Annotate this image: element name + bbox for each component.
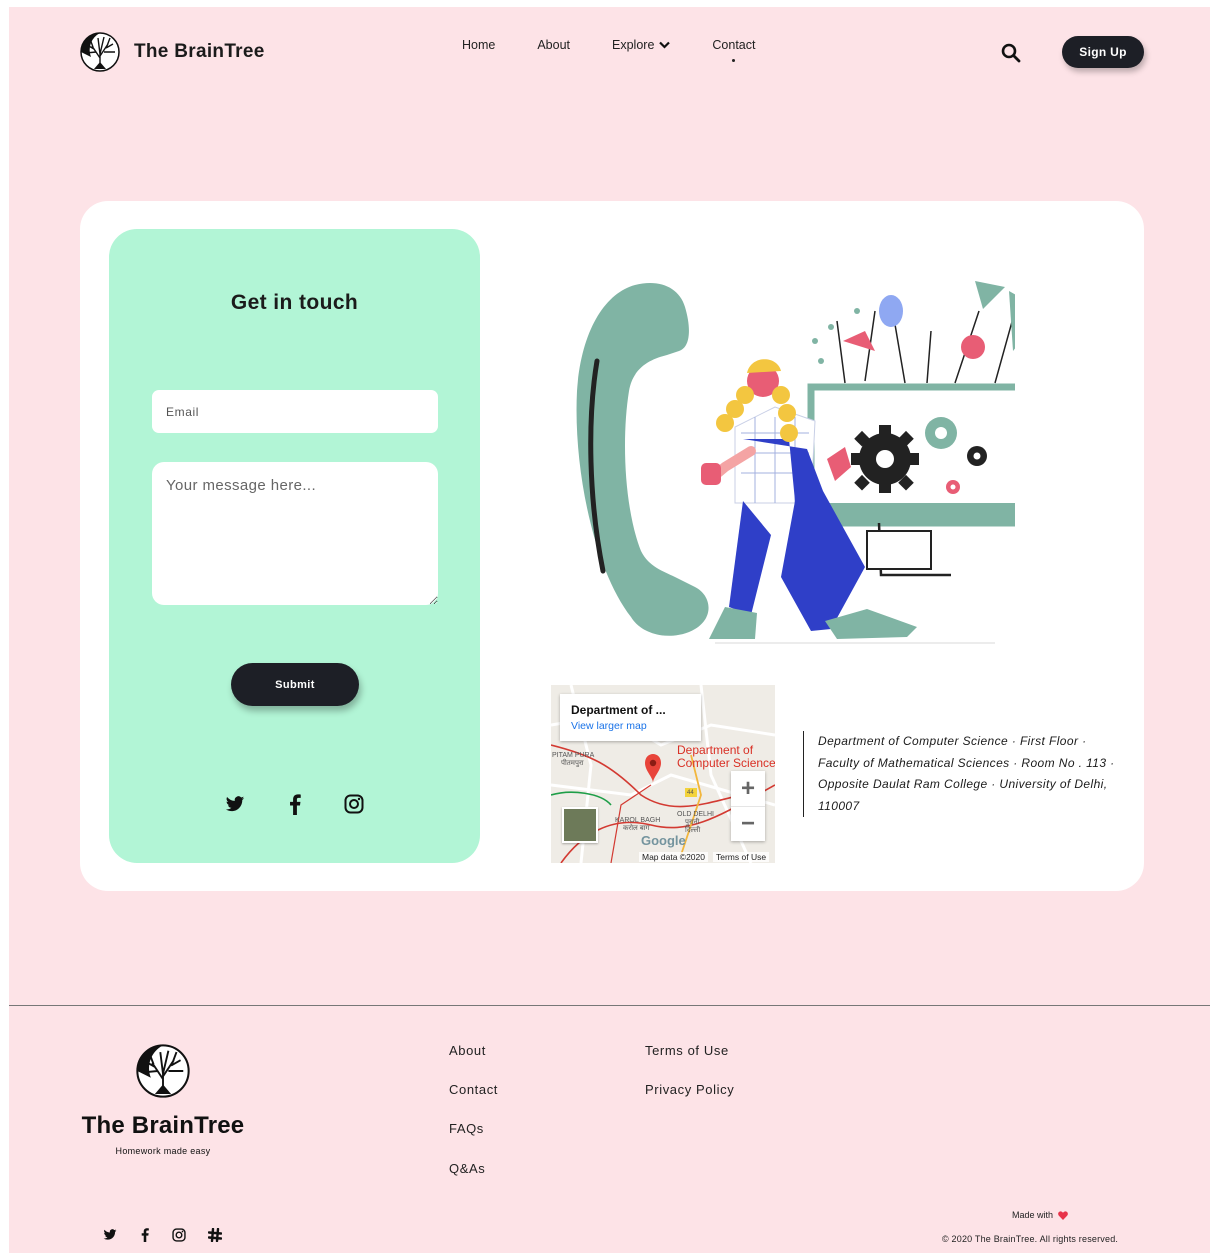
footer-link-privacy[interactable]: Privacy Policy [645,1082,734,1097]
facebook-icon[interactable] [137,1227,153,1243]
active-indicator-dot [732,59,736,62]
google-logo: Google [641,833,686,848]
slack-icon[interactable] [207,1227,223,1243]
map-label: KAROL BAGH [615,817,661,824]
map-label: दिल्ली [685,827,701,834]
instagram-icon[interactable] [343,793,365,815]
map-place-label: Department of Computer Science [677,743,775,770]
footer-link-contact[interactable]: Contact [449,1082,498,1097]
message-field[interactable] [152,462,438,605]
footer-link-about[interactable]: About [449,1043,486,1058]
instagram-icon[interactable] [171,1227,187,1243]
map-label: OLD DELHI [677,811,714,818]
email-field[interactable] [152,390,438,433]
copyright: © 2020 The BrainTree. All rights reserve… [942,1234,1119,1244]
main-nav: Home About Explore Contact [462,38,756,62]
zoom-out-button[interactable]: − [731,806,765,841]
form-title: Get in touch [230,291,359,314]
submit-button[interactable]: Submit [231,663,359,706]
footer-link-terms[interactable]: Terms of Use [645,1043,729,1058]
nav-about[interactable]: About [537,38,570,52]
map-label: पीतमपुरा [561,760,584,767]
map-zoom-controls: + − [731,771,765,841]
twitter-icon[interactable] [224,793,246,815]
map-title: Department of ... [571,703,666,717]
footer-link-qas[interactable]: Q&As [449,1161,485,1176]
contact-form-panel: Get in touch Submit [109,229,480,863]
nav-contact[interactable]: Contact [712,38,756,62]
nav-explore[interactable]: Explore [612,38,671,52]
map-label: PITAM PURA [552,752,595,759]
chevron-down-icon [659,41,671,49]
brand-name: The BrainTree [134,41,265,62]
zoom-in-button[interactable]: + [731,771,765,806]
satellite-toggle[interactable] [562,807,598,843]
heart-icon [1058,1210,1068,1220]
footer-tagline: Homework made easy [115,1146,211,1156]
brand[interactable]: The BrainTree [80,32,265,72]
map-label: 44 [687,790,694,796]
made-with-text: Made with [1012,1210,1068,1220]
nav-home[interactable]: Home [462,38,495,52]
tree-logo-icon [136,1044,190,1098]
embedded-map[interactable]: Department of ... View larger map Depart… [551,685,775,863]
address-text: Department of Computer Science · First F… [818,734,1115,813]
made-with-label: Made with [1012,1210,1054,1220]
footer-link-faqs[interactable]: FAQs [449,1121,484,1136]
map-info-box: Department of ... View larger map [560,694,701,741]
search-icon[interactable] [1001,43,1021,63]
tree-logo-icon [80,32,120,72]
view-larger-map-link[interactable]: View larger map [571,720,701,732]
map-label: पुरानी [685,819,700,826]
map-attribution: Map data ©2020 [639,852,708,862]
nav-contact-label: Contact [712,38,756,52]
map-label: करोल बाग [623,825,650,832]
contact-card: Get in touch Submit [80,201,1144,891]
facebook-icon[interactable] [284,793,306,815]
nav-explore-label: Explore [612,38,655,52]
support-illustration [576,281,1015,644]
address-divider [803,731,804,817]
map-terms-link[interactable]: Terms of Use [713,852,770,862]
page: The BrainTree Home About Explore Contact… [9,7,1210,1253]
footer-brand-name: The BrainTree [81,1112,245,1139]
footer-divider [9,1005,1210,1006]
twitter-icon[interactable] [102,1227,118,1243]
sign-up-button[interactable]: Sign Up [1062,36,1144,68]
